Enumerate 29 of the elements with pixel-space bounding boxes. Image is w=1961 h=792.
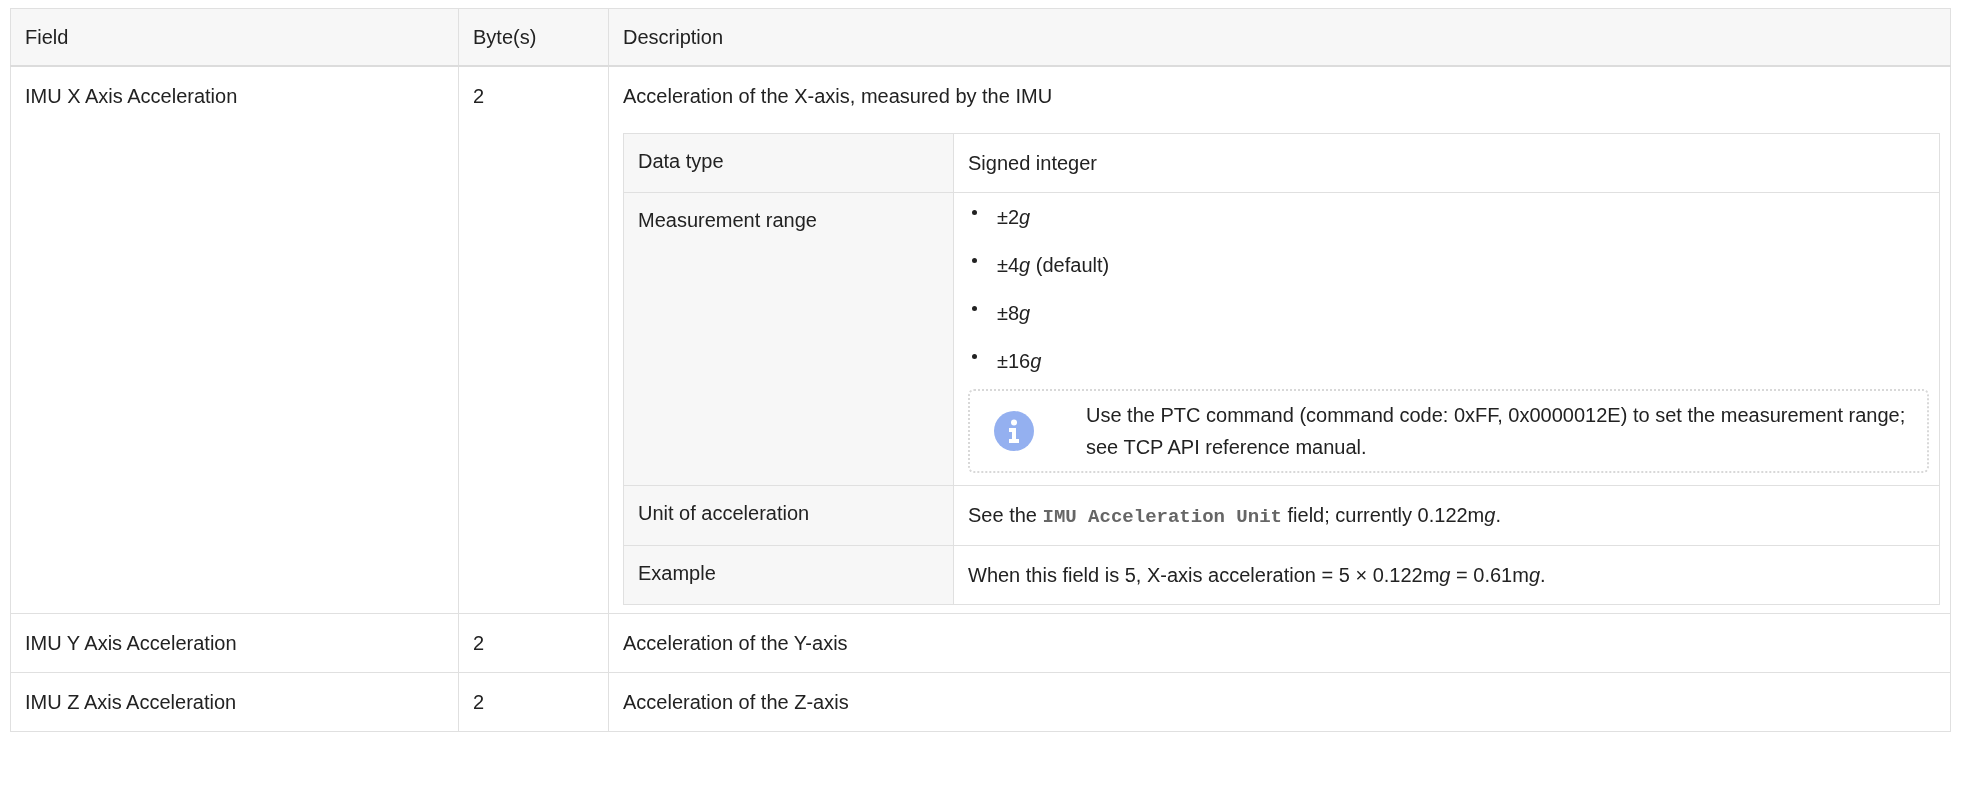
- table-cell: IMU X Axis Acceleration: [10, 65, 459, 614]
- detail-label: Measurement range: [623, 192, 954, 485]
- detail-value: See the IMU Acceleration Unit field; currently 0.122mg.: [968, 503, 1501, 526]
- bullet-icon: [972, 210, 977, 215]
- note-text: Use the PTC command (command code: 0xFF, 0x0000012E) to set the measurement range; see TCP API reference manual.: [1086, 402, 1907, 460]
- bullet-icon: [972, 306, 977, 311]
- range-option: ±4g (default): [997, 249, 1110, 280]
- range-option: ±16g: [997, 345, 1042, 376]
- column-header: Field: [10, 8, 459, 66]
- bullet-icon: [972, 354, 977, 359]
- description-text: Acceleration of the Y-axis: [623, 631, 849, 656]
- table-cell: 2: [458, 613, 609, 673]
- range-option: ±8g: [997, 297, 1031, 328]
- table-cell: 2: [458, 672, 609, 732]
- description-text: Acceleration of the Z-axis: [623, 690, 850, 715]
- description-text: Acceleration of the X-axis, measured by the IMU: [623, 83, 1054, 109]
- table-cell: 2: [458, 65, 609, 614]
- bullet-icon: [972, 258, 977, 263]
- detail-label: Example: [623, 545, 954, 605]
- table-cell: IMU Y Axis Acceleration: [10, 613, 459, 673]
- detail-label: Data type: [623, 133, 954, 192]
- info-icon: [994, 410, 1034, 451]
- column-header: Description: [608, 8, 1951, 66]
- table-cell: IMU Z Axis Acceleration: [10, 672, 459, 732]
- column-header: Byte(s): [458, 8, 609, 66]
- range-option: ±2g: [997, 201, 1031, 232]
- detail-label: Unit of acceleration: [623, 485, 954, 546]
- detail-value: Signed integer: [968, 151, 1097, 174]
- detail-value: When this field is 5, X-axis acceleration = 5 × 0.122mg = 0.61mg.: [968, 564, 1546, 586]
